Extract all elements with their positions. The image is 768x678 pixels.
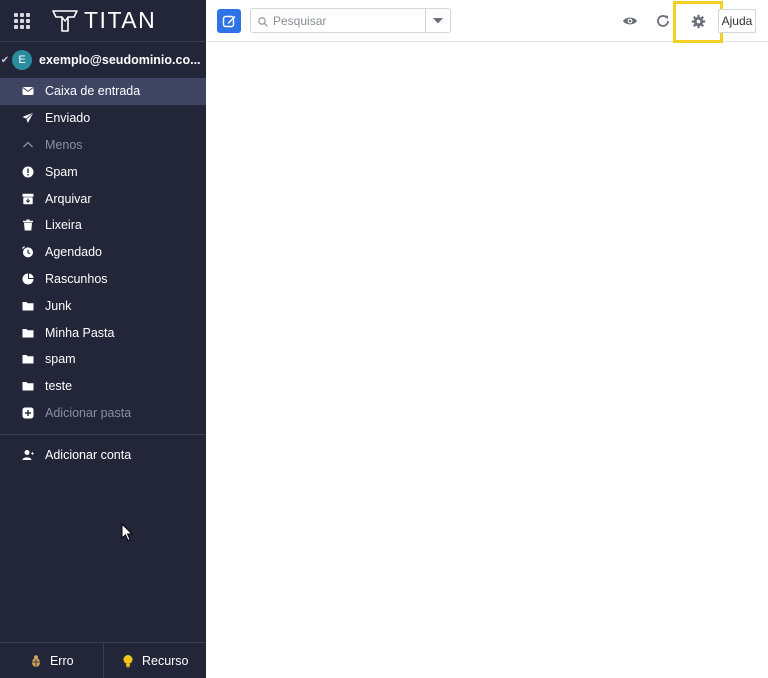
caret-down-icon bbox=[433, 17, 443, 23]
gear-icon[interactable] bbox=[690, 13, 706, 29]
sidebar-item-label: Spam bbox=[45, 164, 78, 179]
folder-list: Caixa de entrada Enviado Menos Spam Arquivar… bbox=[0, 78, 206, 426]
eye-icon[interactable] bbox=[622, 13, 638, 29]
avatar: E bbox=[12, 50, 32, 70]
drafts-icon bbox=[22, 273, 34, 285]
error-label: Erro bbox=[49, 653, 74, 668]
feature-request-button[interactable]: Recurso bbox=[102, 643, 207, 678]
help-button[interactable]: Ajuda bbox=[718, 9, 756, 33]
sidebar-item-teste[interactable]: teste bbox=[0, 373, 206, 400]
sidebar-item-caixa-de-entrada[interactable]: Caixa de entrada bbox=[0, 78, 206, 105]
main-content bbox=[206, 43, 768, 678]
bug-icon bbox=[29, 654, 43, 668]
clock-icon bbox=[22, 246, 34, 258]
sidebar-item-label: Arquivar bbox=[45, 191, 92, 206]
add-user-icon bbox=[22, 449, 34, 461]
toolbar: Ajuda bbox=[206, 0, 768, 43]
sidebar-item-label: Junk bbox=[45, 298, 72, 313]
sidebar-item-spam[interactable]: spam bbox=[0, 346, 206, 373]
add-folder-icon bbox=[22, 407, 34, 419]
logo-text: TITAN bbox=[84, 7, 157, 33]
titan-logo-icon bbox=[52, 9, 78, 32]
account-email: exemplo@seudominio.co... bbox=[39, 53, 201, 67]
lightbulb-icon bbox=[121, 654, 135, 668]
titan-logo: TITAN bbox=[52, 7, 156, 34]
folder-icon bbox=[22, 327, 34, 339]
sidebar-item-adicionar-pasta[interactable]: Adicionar pasta bbox=[0, 400, 206, 427]
chevron-up-icon bbox=[22, 139, 34, 151]
compose-icon bbox=[222, 15, 236, 28]
sidebar-item-label: Agendado bbox=[45, 245, 103, 260]
sidebar-item-minha-pasta[interactable]: Minha Pasta bbox=[0, 319, 206, 346]
sidebar-item-arquivar[interactable]: Arquivar bbox=[0, 185, 206, 212]
refresh-icon[interactable] bbox=[655, 13, 671, 29]
sidebar-item-label: teste bbox=[45, 379, 73, 394]
sidebar-item-menos[interactable]: Menos bbox=[0, 132, 206, 159]
sidebar-item-label: Rascunhos bbox=[45, 271, 108, 286]
error-report-button[interactable]: Erro bbox=[0, 643, 103, 678]
check-icon: ✔ bbox=[0, 54, 10, 66]
add-account-button[interactable]: Adicionar conta bbox=[0, 435, 206, 475]
add-account-label: Adicionar conta bbox=[45, 448, 132, 463]
sidebar: TITAN ✔ E exemplo@seudominio.co... Caixa… bbox=[0, 0, 206, 678]
mouse-cursor-icon bbox=[121, 523, 133, 542]
sidebar-item-label: Enviado bbox=[45, 111, 91, 126]
sidebar-item-label: Adicionar pasta bbox=[45, 405, 132, 420]
app-grid-icon[interactable] bbox=[14, 12, 30, 29]
sidebar-item-label: Minha Pasta bbox=[45, 325, 115, 340]
sidebar-item-agendado[interactable]: Agendado bbox=[0, 239, 206, 266]
sidebar-footer: Erro Recurso bbox=[0, 642, 206, 678]
search-box bbox=[250, 8, 451, 33]
send-icon bbox=[22, 112, 34, 124]
sidebar-item-label: Caixa de entrada bbox=[45, 84, 141, 99]
alert-icon bbox=[22, 166, 34, 178]
archive-icon bbox=[22, 193, 34, 205]
folder-icon bbox=[22, 380, 34, 392]
trash-icon bbox=[22, 219, 34, 231]
inbox-icon bbox=[22, 85, 34, 97]
compose-button[interactable] bbox=[217, 9, 241, 33]
account-row[interactable]: ✔ E exemplo@seudominio.co... bbox=[0, 42, 206, 78]
search-input[interactable] bbox=[273, 13, 423, 28]
sidebar-item-label: spam bbox=[45, 352, 76, 367]
folder-icon bbox=[22, 353, 34, 365]
search-options-dropdown[interactable] bbox=[425, 9, 450, 32]
sidebar-item-spam[interactable]: Spam bbox=[0, 158, 206, 185]
brand-bar: TITAN bbox=[0, 0, 206, 42]
sidebar-item-lixeira[interactable]: Lixeira bbox=[0, 212, 206, 239]
search-icon bbox=[258, 16, 268, 27]
folder-icon bbox=[22, 300, 34, 312]
feature-label: Recurso bbox=[141, 653, 189, 668]
sidebar-item-junk[interactable]: Junk bbox=[0, 292, 206, 319]
sidebar-item-label: Menos bbox=[45, 137, 83, 152]
sidebar-item-enviado[interactable]: Enviado bbox=[0, 105, 206, 132]
sidebar-item-label: Lixeira bbox=[45, 218, 82, 233]
sidebar-item-rascunhos[interactable]: Rascunhos bbox=[0, 266, 206, 293]
